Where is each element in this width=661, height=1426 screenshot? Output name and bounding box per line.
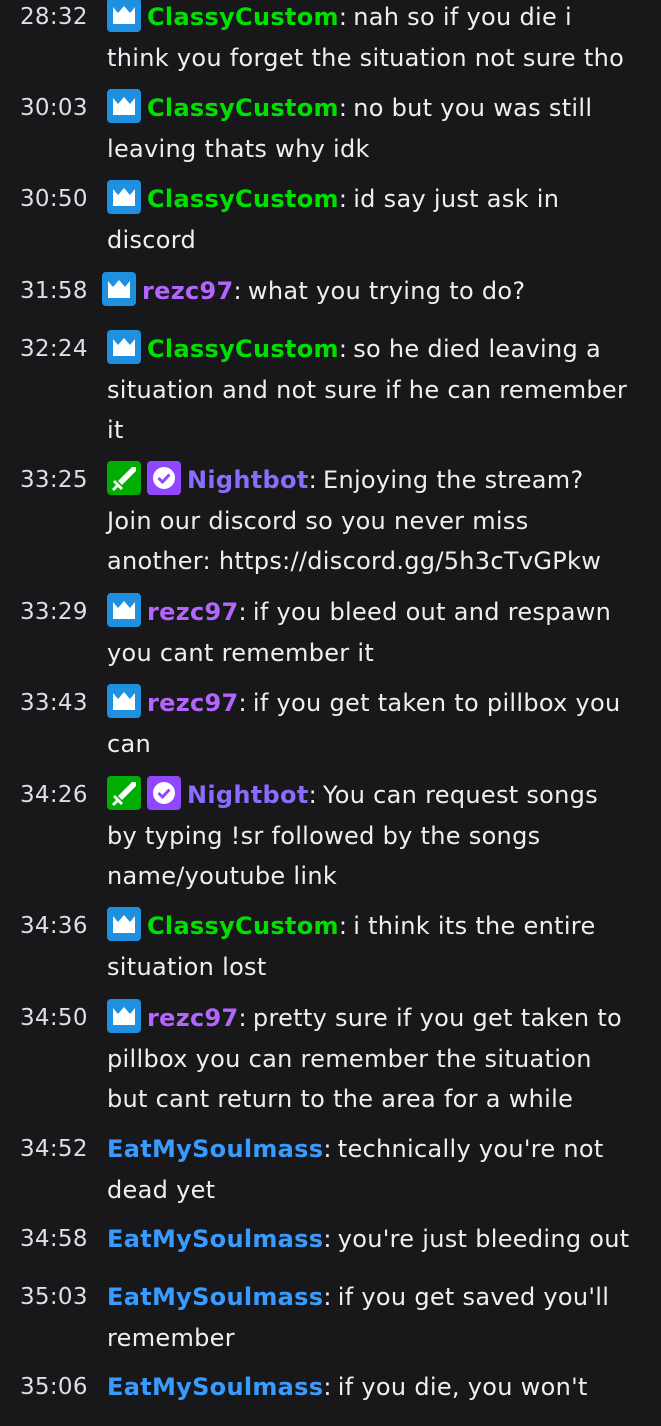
sword-icon[interactable] — [107, 461, 141, 495]
username[interactable]: ClassyCustom — [147, 3, 339, 31]
username[interactable]: rezc97 — [147, 689, 239, 717]
crown-icon[interactable] — [107, 999, 141, 1033]
username[interactable]: EatMySoulmass — [107, 1225, 323, 1253]
timestamp: 31:58 — [20, 278, 88, 304]
timestamp: 35:06 — [20, 1374, 88, 1400]
message-text: if you die, you won't — [337, 1373, 588, 1401]
username[interactable]: rezc97 — [147, 598, 239, 626]
crown-icon[interactable] — [107, 89, 141, 123]
sword-icon[interactable] — [107, 776, 141, 810]
crown-icon[interactable] — [102, 272, 136, 306]
username[interactable]: EatMySoulmass — [107, 1283, 323, 1311]
verified-icon[interactable] — [147, 461, 181, 495]
username[interactable]: rezc97 — [147, 1004, 239, 1032]
timestamp: 30:03 — [20, 95, 88, 121]
colon: : — [238, 598, 247, 626]
timestamp: 34:58 — [20, 1226, 88, 1252]
timestamp: 33:29 — [20, 599, 88, 625]
message-text: what you trying to do? — [247, 277, 526, 305]
colon: : — [323, 1283, 332, 1311]
colon: : — [323, 1225, 332, 1253]
timestamp: 35:03 — [20, 1284, 88, 1310]
crown-icon[interactable] — [107, 180, 141, 214]
timestamp: 28:32 — [20, 4, 88, 30]
timestamp: 33:25 — [20, 467, 88, 493]
username[interactable]: EatMySoulmass — [107, 1135, 323, 1163]
username[interactable]: ClassyCustom — [147, 94, 339, 122]
crown-icon[interactable] — [107, 0, 141, 32]
username[interactable]: ClassyCustom — [147, 335, 339, 363]
timestamp: 30:50 — [20, 186, 88, 212]
colon: : — [308, 781, 317, 809]
colon: : — [323, 1373, 332, 1401]
timestamp: 34:52 — [20, 1136, 88, 1162]
colon: : — [338, 912, 348, 940]
crown-icon[interactable] — [107, 330, 141, 364]
username[interactable]: ClassyCustom — [147, 185, 339, 213]
colon: : — [238, 689, 247, 717]
verified-icon[interactable] — [147, 776, 181, 810]
colon: : — [338, 185, 348, 213]
crown-icon[interactable] — [107, 684, 141, 718]
colon: : — [338, 94, 348, 122]
username[interactable]: rezc97 — [142, 277, 234, 305]
colon: : — [338, 3, 348, 31]
timestamp: 32:24 — [20, 336, 88, 362]
timestamp: 34:36 — [20, 913, 88, 939]
username[interactable]: Nightbot — [187, 466, 309, 494]
colon: : — [308, 466, 317, 494]
crown-icon[interactable] — [107, 593, 141, 627]
colon: : — [238, 1004, 247, 1032]
timestamp: 33:43 — [20, 690, 88, 716]
colon: : — [233, 277, 242, 305]
username[interactable]: Nightbot — [187, 781, 309, 809]
crown-icon[interactable] — [107, 907, 141, 941]
message-text: Enjoying the stream? Join our discord so… — [107, 466, 602, 575]
message-text: you're just bleeding out — [337, 1225, 630, 1253]
colon: : — [338, 335, 348, 363]
timestamp: 34:26 — [20, 782, 88, 808]
username[interactable]: EatMySoulmass — [107, 1373, 323, 1401]
timestamp: 34:50 — [20, 1005, 88, 1031]
colon: : — [323, 1135, 332, 1163]
username[interactable]: ClassyCustom — [147, 912, 339, 940]
